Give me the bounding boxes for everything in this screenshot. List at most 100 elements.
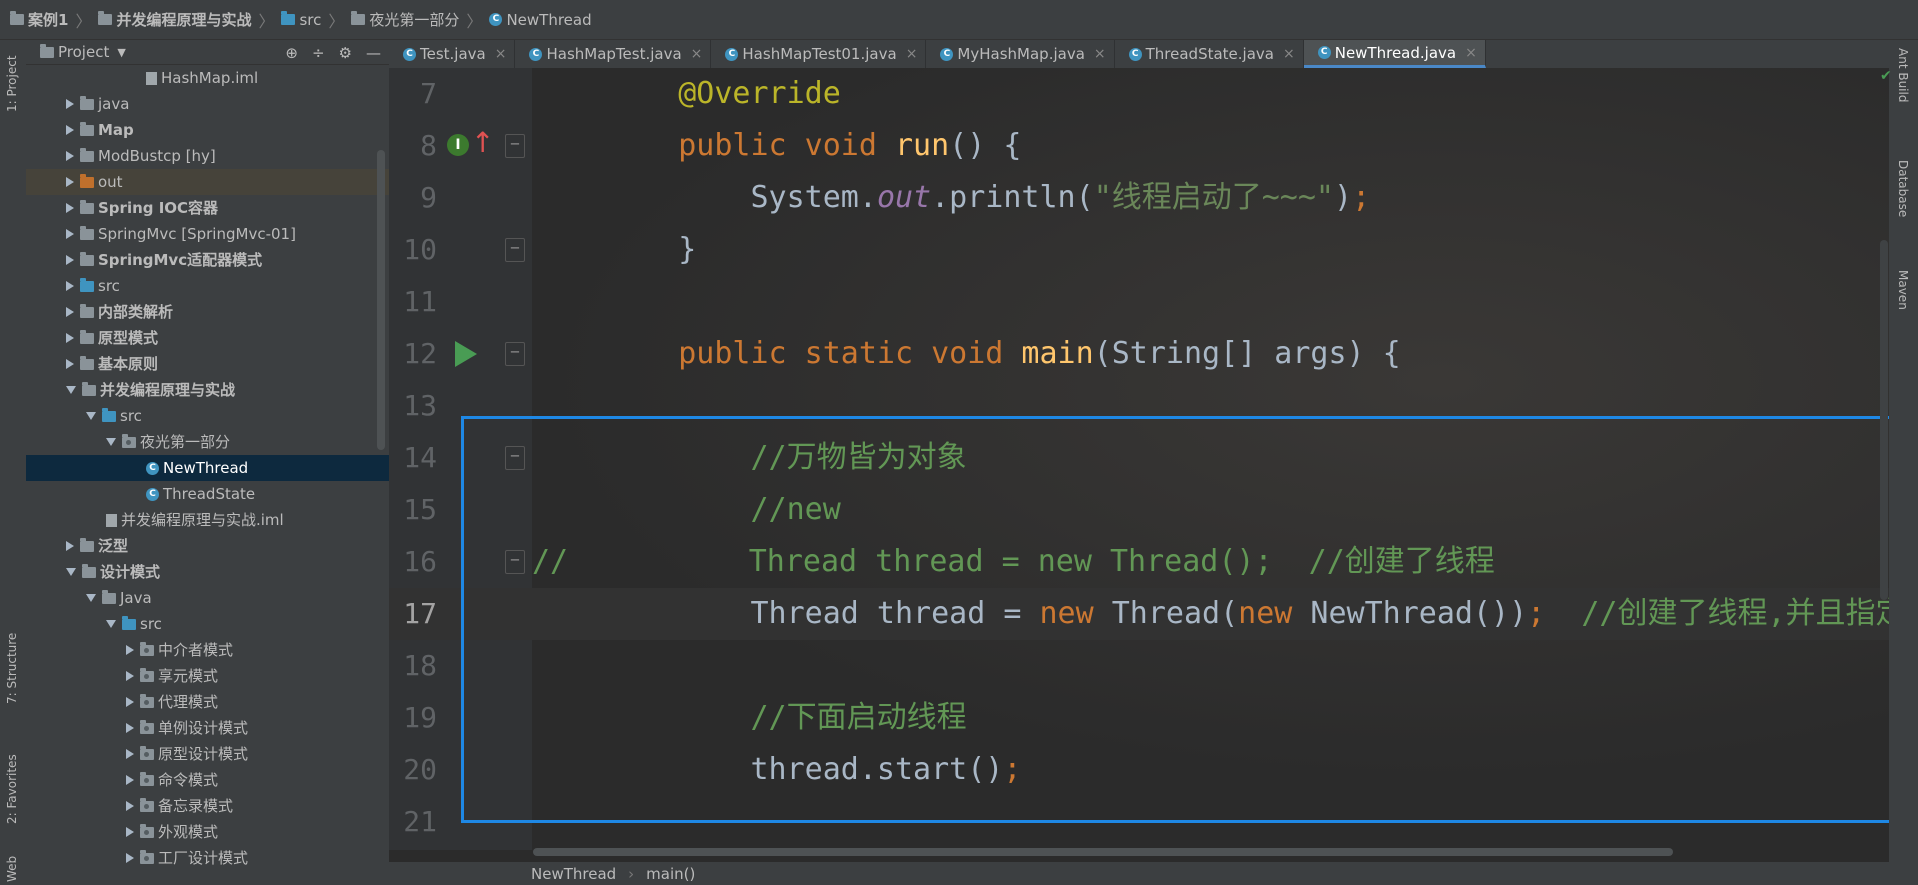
tree-item[interactable]: 命令模式 [26,767,389,793]
editor-tab[interactable]: C NewThread.java × [1303,40,1486,68]
tree-item[interactable]: C NewThread [26,455,389,481]
chevron-right-icon[interactable] [126,749,134,759]
code-line[interactable]: 11 [389,276,1889,328]
chevron-down-icon[interactable] [86,412,96,420]
code-editor[interactable]: 7 @Override 8 I ↑ − public void run() {9 Sys… [389,68,1889,850]
code-line[interactable]: 18 [389,640,1889,692]
code-line[interactable]: 10 − } [389,224,1889,276]
chevron-right-icon[interactable] [66,541,74,551]
chevron-right-icon[interactable] [126,645,134,655]
editor-tab[interactable]: C ThreadState.java × [1115,40,1304,68]
code-line[interactable]: 16 −// Thread thread = new Thread(); //创建… [389,536,1889,588]
tree-item[interactable]: 备忘录模式 [26,793,389,819]
chevron-down-icon[interactable]: ▼ [117,46,125,59]
minimize-icon[interactable]: — [366,44,381,62]
tree-item[interactable]: java [26,91,389,117]
fold-icon[interactable]: − [505,238,525,262]
tree-item[interactable]: 工厂设计模式 [26,845,389,871]
chevron-right-icon[interactable] [66,229,74,239]
tree-item[interactable]: 设计模式 [26,559,389,585]
close-icon[interactable]: × [1283,46,1295,62]
tree-item[interactable]: 单例设计模式 [26,715,389,741]
chevron-right-icon[interactable] [126,671,134,681]
vertical-scrollbar[interactable] [1880,240,1888,600]
code-line[interactable]: 14 − //万物皆为对象 [389,432,1889,484]
fold-icon[interactable]: − [505,134,525,158]
code-line[interactable]: 19 //下面启动线程 [389,692,1889,744]
fold-icon[interactable]: − [505,446,525,470]
editor-tab[interactable]: C HashMapTest01.java × [711,40,927,68]
chevron-right-icon[interactable] [126,775,134,785]
chevron-right-icon[interactable] [126,723,134,733]
close-icon[interactable]: × [691,46,703,62]
run-icon[interactable] [455,341,477,367]
tree-item[interactable]: 外观模式 [26,819,389,845]
project-panel-title[interactable]: Project [58,43,109,61]
tree-item[interactable]: 享元模式 [26,663,389,689]
project-scrollbar[interactable] [377,150,385,450]
tree-item[interactable]: Java [26,585,389,611]
close-icon[interactable]: × [495,46,507,62]
code-line[interactable]: 13 [389,380,1889,432]
code-line[interactable]: 17 Thread thread = new Thread(new NewThr… [389,588,1889,640]
chevron-right-icon[interactable] [66,203,74,213]
code-line[interactable]: 20 thread.start(); [389,744,1889,796]
tree-item[interactable]: 夜光第一部分 [26,429,389,455]
tree-item[interactable]: 代理模式 [26,689,389,715]
chevron-right-icon[interactable] [66,99,74,109]
chevron-down-icon[interactable] [86,594,96,602]
tree-item[interactable]: 原型设计模式 [26,741,389,767]
code-line[interactable]: 21 [389,796,1889,848]
chevron-down-icon[interactable] [66,568,76,576]
tree-item[interactable]: src [26,403,389,429]
chevron-right-icon[interactable] [126,853,134,863]
horizontal-scrollbar[interactable] [533,848,1673,856]
breadcrumb-item[interactable]: 案例1 [28,9,68,30]
close-icon[interactable]: × [1465,45,1477,61]
chevron-right-icon[interactable] [66,255,74,265]
tree-item[interactable]: 原型模式 [26,325,389,351]
code-line[interactable]: 8 I ↑ − public void run() { [389,120,1889,172]
status-class[interactable]: NewThread [531,865,616,883]
close-icon[interactable]: × [1094,46,1106,62]
chevron-right-icon[interactable] [126,697,134,707]
tree-item[interactable]: SpringMvc适配器模式 [26,247,389,273]
fold-icon[interactable]: − [505,550,525,574]
tree-item[interactable]: 泛型 [26,533,389,559]
code-line[interactable]: 9 System.out.println("线程启动了~~~"); [389,172,1889,224]
tree-item[interactable]: Map [26,117,389,143]
chevron-right-icon[interactable] [126,827,134,837]
tree-item[interactable]: ModBustcp [hy] [26,143,389,169]
fold-icon[interactable]: − [505,342,525,366]
code-line[interactable]: 15 //new [389,484,1889,536]
chevron-right-icon[interactable] [66,151,74,161]
editor-tab[interactable]: C Test.java × [389,40,516,68]
close-icon[interactable]: × [906,46,918,62]
override-marker-icon[interactable]: I [447,134,469,156]
tree-item[interactable]: 内部类解析 [26,299,389,325]
locate-icon[interactable]: ⊕ [285,44,298,62]
chevron-right-icon[interactable] [66,307,74,317]
tree-item[interactable]: SpringMvc [SpringMvc-01] [26,221,389,247]
tree-item[interactable]: 基本原则 [26,351,389,377]
chevron-right-icon[interactable] [66,281,74,291]
editor-tab[interactable]: C HashMapTest.java × [515,40,712,68]
tree-item[interactable]: C ThreadState [26,481,389,507]
tree-item[interactable]: 并发编程原理与实战 [26,377,389,403]
breadcrumb-item[interactable]: src [299,11,321,29]
chevron-right-icon[interactable] [66,359,74,369]
chevron-down-icon[interactable] [106,620,116,628]
tree-item[interactable]: Spring IOC容器 [26,195,389,221]
gear-icon[interactable]: ⚙ [339,44,352,62]
tree-item[interactable]: out [26,169,389,195]
editor-tab[interactable]: C MyHashMap.java × [926,40,1115,68]
tree-item[interactable]: 并发编程原理与实战.iml [26,507,389,533]
chevron-right-icon[interactable] [66,125,74,135]
tree-item[interactable]: HashMap.iml [26,65,389,91]
collapse-all-icon[interactable]: ÷ [312,44,325,62]
code-line[interactable]: 12 − public static void main(String[] arg… [389,328,1889,380]
tree-item[interactable]: src [26,273,389,299]
breadcrumb-item[interactable]: 并发编程原理与实战 [116,9,251,30]
chevron-down-icon[interactable] [106,438,116,446]
tree-item[interactable]: 中介者模式 [26,637,389,663]
